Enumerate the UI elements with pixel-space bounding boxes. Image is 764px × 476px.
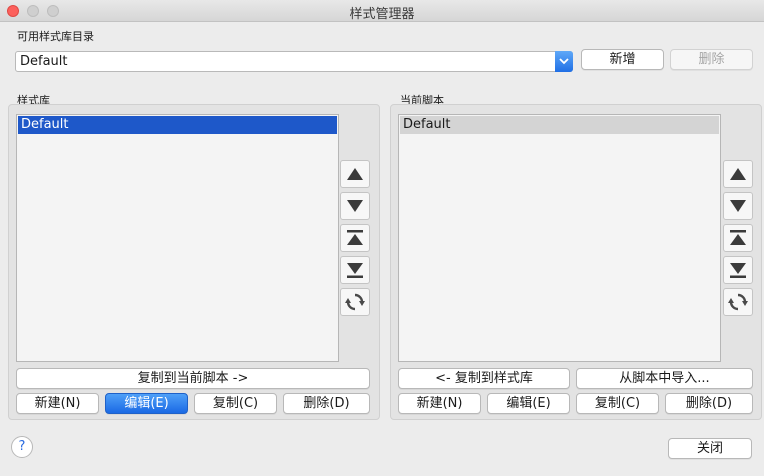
title-bar: 样式管理器 xyxy=(0,0,764,22)
library-move-bottom-button[interactable] xyxy=(340,256,370,284)
script-move-up-button[interactable] xyxy=(723,160,753,188)
help-button[interactable]: ? xyxy=(11,436,33,458)
list-item[interactable]: Default xyxy=(400,116,719,134)
style-manager-window: 样式管理器 可用样式库目录 Default 新增 删除 样式库 Default … xyxy=(0,0,764,476)
move-to-top-icon xyxy=(347,230,363,245)
catalog-select-value: Default xyxy=(20,54,68,69)
script-edit-button[interactable]: 编辑(E) xyxy=(487,393,570,414)
catalog-add-button[interactable]: 新增 xyxy=(581,49,664,70)
script-new-button[interactable]: 新建(N) xyxy=(398,393,481,414)
catalog-label: 可用样式库目录 xyxy=(17,30,94,43)
triangle-up-icon xyxy=(347,168,363,180)
library-copy-button[interactable]: 复制(C) xyxy=(194,393,277,414)
script-delete-button[interactable]: 删除(D) xyxy=(665,393,753,414)
script-copy-button[interactable]: 复制(C) xyxy=(576,393,659,414)
script-list[interactable]: Default xyxy=(398,114,721,362)
script-move-down-button[interactable] xyxy=(723,192,753,220)
list-item[interactable]: Default xyxy=(18,116,337,134)
window-title: 样式管理器 xyxy=(349,7,415,22)
script-move-bottom-button[interactable] xyxy=(723,256,753,284)
triangle-down-icon xyxy=(730,200,746,212)
library-edit-button[interactable]: 编辑(E) xyxy=(105,393,188,414)
copy-to-library-button[interactable]: <- 复制到样式库 xyxy=(398,368,570,389)
library-move-down-button[interactable] xyxy=(340,192,370,220)
import-from-script-button[interactable]: 从脚本中导入... xyxy=(576,368,753,389)
catalog-delete-button[interactable]: 删除 xyxy=(670,49,753,70)
copy-to-script-button[interactable]: 复制到当前脚本 -> xyxy=(16,368,370,389)
library-move-top-button[interactable] xyxy=(340,224,370,252)
move-to-bottom-icon xyxy=(730,263,746,278)
triangle-up-icon xyxy=(730,168,746,180)
library-refresh-button[interactable] xyxy=(340,288,370,316)
library-new-button[interactable]: 新建(N) xyxy=(16,393,99,414)
catalog-select[interactable]: Default xyxy=(15,51,573,72)
move-to-top-icon xyxy=(730,230,746,245)
chevron-down-icon[interactable] xyxy=(555,51,573,72)
script-refresh-button[interactable] xyxy=(723,288,753,316)
move-to-bottom-icon xyxy=(347,263,363,278)
refresh-icon xyxy=(728,293,748,311)
library-delete-button[interactable]: 删除(D) xyxy=(283,393,370,414)
library-move-up-button[interactable] xyxy=(340,160,370,188)
library-list[interactable]: Default xyxy=(16,114,339,362)
refresh-icon xyxy=(345,293,365,311)
close-dialog-button[interactable]: 关闭 xyxy=(668,438,752,459)
script-move-top-button[interactable] xyxy=(723,224,753,252)
triangle-down-icon xyxy=(347,200,363,212)
